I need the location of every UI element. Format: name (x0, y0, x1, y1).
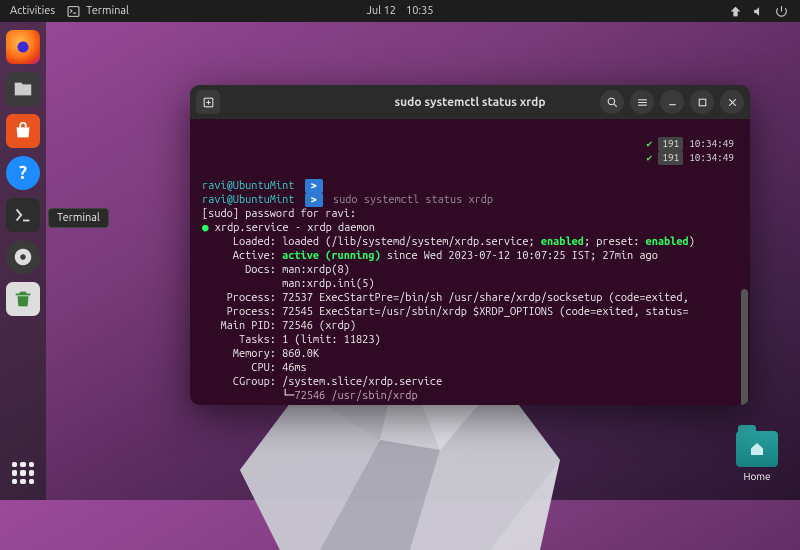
clock[interactable]: Jul 12 10:35 (366, 5, 433, 17)
loaded-mid2: ; preset: (584, 236, 646, 248)
docs-line-1: Docs: man:xrdp(8) (202, 264, 350, 276)
folder-icon (736, 431, 778, 467)
active-post: since Wed 2023-07-12 10:07:25 IST; 27min… (381, 250, 658, 262)
mainpid-line: Main PID: 72546 (xrdp) (202, 320, 356, 332)
cgroup-line: CGroup: /system.slice/xrdp.service (202, 376, 442, 388)
close-icon (726, 96, 739, 109)
terminal-titlebar[interactable]: sudo systemctl status xrdp (190, 85, 750, 119)
cgroup-tree-proc: 72546 /usr/sbin/xrdp (294, 390, 417, 402)
files-icon (12, 78, 34, 100)
dock-firefox[interactable] (6, 30, 40, 64)
hamburger-menu-button[interactable] (630, 90, 654, 114)
time-pill-count-1: 191 (658, 137, 683, 151)
process-line-2: Process: 72545 ExecStart=/usr/sbin/xrdp … (202, 306, 689, 318)
dock-trash[interactable] (6, 282, 40, 316)
show-applications-button[interactable] (6, 456, 40, 490)
gnome-topbar: Activities Terminal Jul 12 10:35 (0, 0, 800, 22)
maximize-button[interactable] (690, 90, 714, 114)
dock-software[interactable] (6, 114, 40, 148)
loaded-enabled-2: enabled (646, 236, 689, 248)
apps-grid-icon (12, 462, 34, 484)
active-state: active (running) (282, 250, 381, 262)
maximize-icon (696, 96, 709, 109)
terminal-scrollbar[interactable] (741, 289, 748, 405)
prompt-user-1: ravi@UbuntuMint (202, 180, 294, 192)
loaded-path: /lib/systemd/system/xrdp.service (331, 236, 528, 248)
prompt-arrow-icon: > (305, 193, 323, 207)
close-button[interactable] (720, 90, 744, 114)
process-line-1: Process: 72537 ExecStartPre=/bin/sh /usr… (202, 292, 689, 304)
terminal-icon (12, 204, 34, 226)
trash-icon (12, 288, 34, 310)
search-button[interactable] (600, 90, 624, 114)
prompt-user-2: ravi@UbuntuMint (202, 194, 294, 206)
volume-icon[interactable] (752, 5, 765, 18)
command-text: sudo systemctl status xrdp (333, 194, 493, 206)
loaded-post: ) (689, 236, 695, 248)
new-tab-button[interactable] (196, 90, 220, 114)
plus-box-icon (202, 96, 215, 109)
clock-time: 10:35 (406, 5, 434, 17)
cgroup-tree-pre: └─ (202, 390, 294, 402)
software-store-icon (12, 120, 34, 142)
dock-help[interactable]: ? (6, 156, 40, 190)
dock-files[interactable] (6, 72, 40, 106)
sudo-password-line: [sudo] password for ravi: (202, 208, 356, 220)
hamburger-icon (636, 96, 649, 109)
time-pill-count-2: 191 (658, 151, 683, 165)
prompt-arrow-icon: > (305, 179, 323, 193)
topbar-app-indicator[interactable]: Terminal (67, 5, 129, 18)
firefox-icon (12, 36, 34, 58)
activities-button[interactable]: Activities (10, 5, 55, 17)
docs-line-2: man:xrdp.ini(5) (202, 278, 374, 290)
loaded-enabled-1: enabled (541, 236, 584, 248)
network-icon[interactable] (729, 5, 742, 18)
loaded-pre: Loaded: loaded ( (202, 236, 331, 248)
memory-line: Memory: 860.0K (202, 348, 319, 360)
time-pill-1: 10:34:49 (689, 137, 734, 151)
terminal-window: sudo systemctl status xrdp ✔19110:34:49 … (190, 85, 750, 405)
desktop-home-label: Home (736, 471, 778, 482)
window-title: sudo systemctl status xrdp (394, 96, 545, 109)
dock-tooltip: Terminal (48, 208, 109, 228)
terminal-output[interactable]: ✔19110:34:49 ✔19110:34:49 ravi@UbuntuMin… (190, 119, 750, 405)
minimize-icon (666, 96, 679, 109)
clock-date: Jul 12 (366, 5, 396, 17)
loaded-mid1: ; (528, 236, 540, 248)
power-icon[interactable] (775, 5, 788, 18)
dock-disc[interactable] (6, 240, 40, 274)
active-pre: Active: (202, 250, 282, 262)
desktop-home-folder[interactable]: Home (736, 431, 778, 482)
service-line: xrdp.service - xrdp daemon (215, 222, 375, 234)
tasks-line: Tasks: 1 (limit: 11823) (202, 334, 381, 346)
topbar-app-label: Terminal (86, 5, 129, 17)
search-icon (606, 96, 619, 109)
disc-icon (12, 246, 34, 268)
dock: ? (0, 22, 46, 500)
minimize-button[interactable] (660, 90, 684, 114)
time-pill-2: 10:34:49 (689, 151, 734, 165)
cpu-line: CPU: 46ms (202, 362, 307, 374)
dock-terminal[interactable] (6, 198, 40, 232)
terminal-icon (67, 5, 80, 18)
